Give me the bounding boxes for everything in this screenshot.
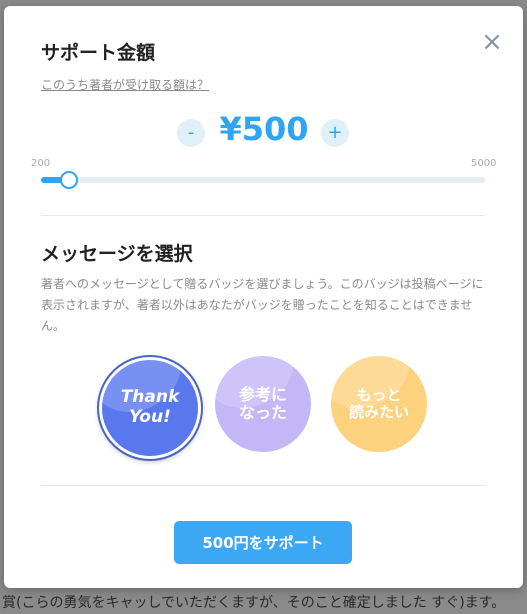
divider	[41, 485, 485, 486]
royalty-info-link[interactable]: このうち著者が受け取る額は？	[41, 76, 209, 93]
message-description: 著者へのメッセージとして贈るバッジを選びましょう。このバッジは投稿ページに表示さ…	[41, 277, 484, 333]
increase-amount-button[interactable]: +	[321, 119, 349, 147]
amount-slider[interactable]	[41, 171, 485, 189]
badge-want-more[interactable]: もっと 読みたい	[331, 356, 427, 452]
background-text: 賞(こらの勇気をキャッしでいただくますが、そのこと確定しました すぐ)ます。	[2, 595, 506, 611]
badge-label-line2: なった	[238, 403, 287, 422]
slider-handle[interactable]	[59, 171, 78, 189]
badge-label-line1: 参考に	[238, 384, 287, 404]
badge-label: 参考に なった	[238, 384, 287, 423]
badge-label-line2: 読みたい	[348, 403, 409, 421]
decrease-amount-button[interactable]: -	[177, 119, 205, 147]
slider-min-label: 200	[31, 158, 51, 169]
support-button[interactable]: 500円をサポート	[174, 521, 352, 564]
slider-max-label: 5000	[471, 158, 497, 169]
badge-label: Thank You!	[121, 388, 180, 427]
support-modal: × サポート金額 このうち著者が受け取る額は？ - ¥500 + 200 500…	[4, 6, 523, 588]
divider	[41, 215, 485, 216]
modal-title: サポート金額	[41, 42, 156, 64]
badge-label-line1: もっと	[356, 385, 402, 404]
close-icon[interactable]: ×	[480, 29, 504, 55]
badge-thank-you[interactable]: Thank You!	[99, 357, 201, 459]
badge-helpful[interactable]: 参考に なった	[215, 356, 311, 452]
badge-label: もっと 読みたい	[348, 385, 409, 422]
badge-label-line1: Thank	[120, 387, 180, 408]
message-section-title: メッセージを選択	[41, 243, 193, 265]
amount-value: ¥500	[219, 110, 309, 148]
badge-label-line2: You!	[129, 407, 171, 427]
